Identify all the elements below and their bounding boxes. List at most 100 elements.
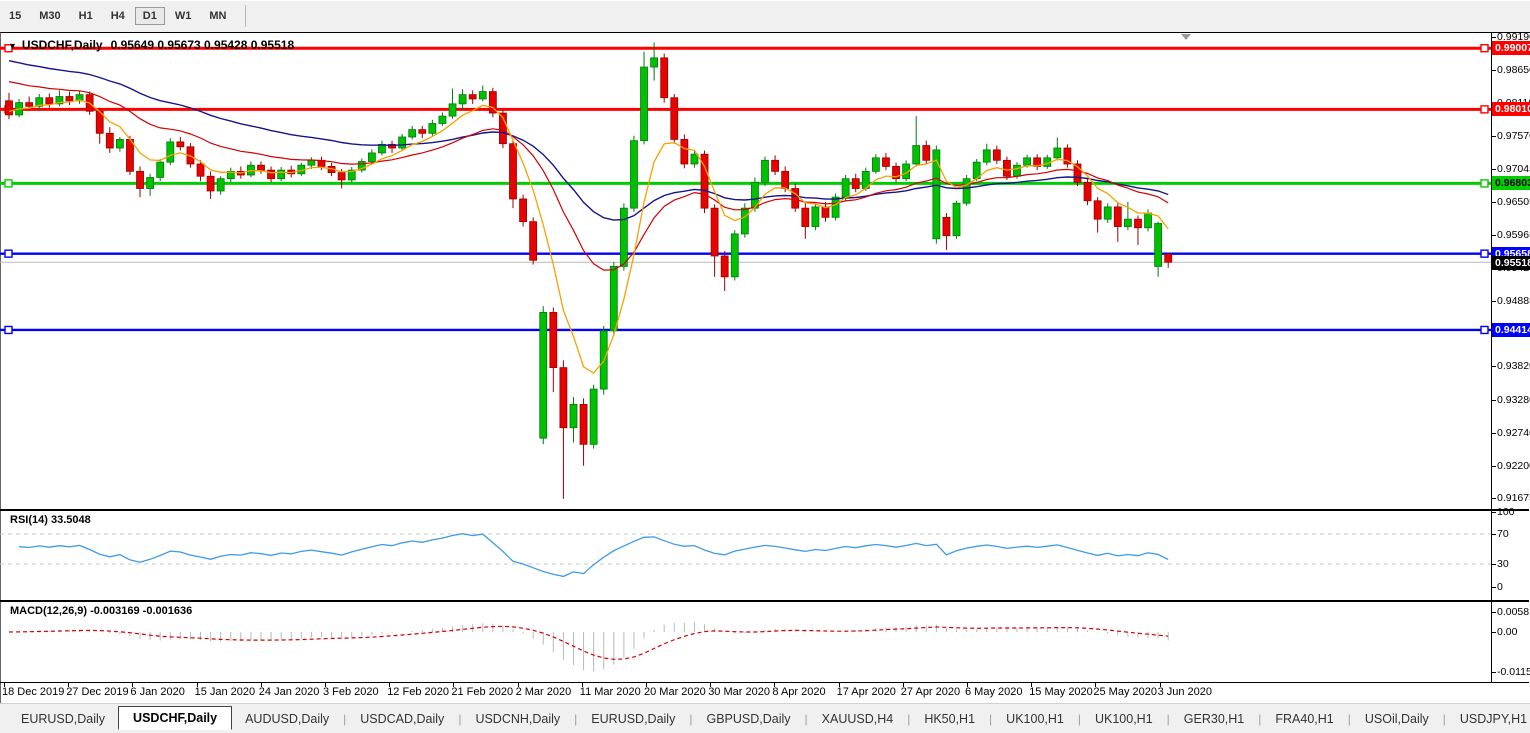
- chart-tab-bar: EURUSD,DailyUSDCHF,DailyAUDUSD,Daily|USD…: [0, 703, 1530, 733]
- price-tick-dash: [1491, 400, 1496, 401]
- candle-body: [1114, 207, 1121, 227]
- hline-handle[interactable]: [1481, 180, 1488, 187]
- tab-usdcnh-daily[interactable]: USDCNH,Daily: [462, 708, 573, 730]
- candle-body: [641, 67, 648, 141]
- hline-handle[interactable]: [1481, 326, 1488, 333]
- tab-usdchf-daily[interactable]: USDCHF,Daily: [118, 706, 232, 730]
- rsi-label: RSI(14) 33.5048: [10, 514, 91, 526]
- macd-tick-dash: [1491, 632, 1496, 633]
- candle-body: [882, 158, 889, 167]
- date-label: 15 Jan 2020: [195, 686, 256, 698]
- candle-body: [278, 170, 285, 179]
- candle-body: [993, 150, 1000, 160]
- macd-panel[interactable]: [0, 602, 1491, 682]
- hline-handle[interactable]: [1481, 106, 1488, 113]
- candle-body: [530, 222, 537, 261]
- candle-body: [630, 141, 637, 208]
- candle-body: [308, 160, 315, 165]
- candle-body: [338, 173, 345, 180]
- price-tick-label: 0.97045: [1497, 163, 1530, 175]
- price-tick-label: 0.98650: [1497, 64, 1530, 76]
- date-label: 11 Mar 2020: [580, 686, 641, 698]
- candle-body: [590, 389, 597, 444]
- date-label: 27 Apr 2020: [901, 686, 960, 698]
- date-label: 30 Mar 2020: [708, 686, 770, 698]
- hline-handle[interactable]: [1481, 45, 1488, 52]
- chart-dropdown-icon[interactable]: ▼: [8, 41, 17, 51]
- tab-eurusd-daily[interactable]: EURUSD,Daily: [578, 708, 688, 730]
- candle-body: [106, 133, 113, 148]
- candle-body: [167, 142, 174, 162]
- candle-body: [1054, 148, 1061, 158]
- candle-body: [570, 404, 577, 427]
- tab-hk50-h1[interactable]: HK50,H1: [911, 708, 988, 730]
- candle-body: [520, 199, 527, 222]
- panel-separator[interactable]: [0, 600, 1529, 602]
- candle-body: [157, 162, 164, 177]
- tab-eurusd-daily[interactable]: EURUSD,Daily: [8, 708, 118, 730]
- hline-handle[interactable]: [5, 250, 12, 257]
- candle-body: [842, 179, 849, 197]
- tab-usdcad-daily[interactable]: USDCAD,Daily: [347, 708, 457, 730]
- candle-body: [137, 171, 144, 188]
- tab-uk100-h1[interactable]: UK100,H1: [1082, 708, 1166, 730]
- tab-usdjpy-h1[interactable]: USDJPY,H1: [1447, 708, 1530, 730]
- timeframe-button-15[interactable]: 15: [1, 7, 29, 25]
- candle-body: [913, 146, 920, 164]
- price-tick-dash: [1491, 136, 1496, 137]
- price-tick-label: 0.95965: [1497, 229, 1530, 241]
- rsi-tick-dash: [1491, 564, 1496, 565]
- tab-ger30-h1[interactable]: GER30,H1: [1171, 708, 1257, 730]
- macd-tick-dash: [1491, 612, 1496, 613]
- candle-body: [540, 312, 547, 438]
- candle-body: [268, 170, 275, 179]
- macd-label: MACD(12,26,9) -0.003169 -0.001636: [10, 605, 192, 617]
- tab-xauusd-h4[interactable]: XAUUSD,H4: [809, 708, 907, 730]
- date-label: 8 Apr 2020: [772, 686, 825, 698]
- timeframe-button-m30[interactable]: M30: [31, 7, 68, 25]
- candle-body: [449, 104, 456, 116]
- timeframe-button-h1[interactable]: H1: [71, 7, 101, 25]
- tab-usoil-daily[interactable]: USOil,Daily: [1352, 708, 1442, 730]
- timeframe-button-d1[interactable]: D1: [135, 7, 165, 25]
- main-price-chart[interactable]: [0, 33, 1491, 509]
- candle-body: [439, 116, 446, 123]
- timeframe-button-w1[interactable]: W1: [167, 7, 200, 25]
- timeframe-button-mn[interactable]: MN: [201, 7, 234, 25]
- rsi-tick-dash: [1491, 512, 1496, 513]
- price-tick-label: 0.94885: [1497, 295, 1530, 307]
- rsi-line: [19, 534, 1168, 577]
- timeframe-button-h4[interactable]: H4: [103, 7, 133, 25]
- candle-body: [671, 98, 678, 140]
- tab-fra40-h1[interactable]: FRA40,H1: [1262, 708, 1346, 730]
- date-label: 18 Dec 2019: [2, 686, 64, 698]
- candle-body: [126, 139, 133, 171]
- candle-body: [953, 203, 960, 236]
- candle-body: [459, 95, 466, 104]
- candle-body: [983, 150, 990, 162]
- macd-tick-label: 0.00: [1497, 626, 1517, 638]
- tab-uk100-h1[interactable]: UK100,H1: [993, 708, 1077, 730]
- chart-symbol-label: USDCHF,Daily: [22, 38, 103, 52]
- tab-audusd-daily[interactable]: AUDUSD,Daily: [232, 708, 342, 730]
- date-label: 6 Jan 2020: [130, 686, 184, 698]
- candle-body: [510, 144, 517, 199]
- date-label: 20 Mar 2020: [644, 686, 706, 698]
- candle-body: [691, 154, 698, 164]
- price-tick-dash: [1491, 498, 1496, 499]
- scroll-position-marker-icon[interactable]: [1181, 34, 1191, 40]
- candle-body: [147, 177, 154, 188]
- candle-body: [832, 197, 839, 217]
- price-tick-label: 0.96505: [1497, 196, 1530, 208]
- date-label: 2 Mar 2020: [516, 686, 572, 698]
- hline-handle[interactable]: [1481, 250, 1488, 257]
- rsi-panel[interactable]: [0, 511, 1491, 599]
- macd-tick-label: -0.01151: [1497, 666, 1530, 678]
- hline-handle[interactable]: [5, 180, 12, 187]
- candle-body: [197, 164, 204, 176]
- tab-gbpusd-daily[interactable]: GBPUSD,Daily: [693, 708, 803, 730]
- panel-separator[interactable]: [0, 509, 1529, 511]
- ma-slow-line: [9, 61, 1168, 220]
- chart-title: ▼USDCHF,Daily0.95649 0.95673 0.95428 0.9…: [8, 38, 294, 52]
- hline-handle[interactable]: [5, 326, 12, 333]
